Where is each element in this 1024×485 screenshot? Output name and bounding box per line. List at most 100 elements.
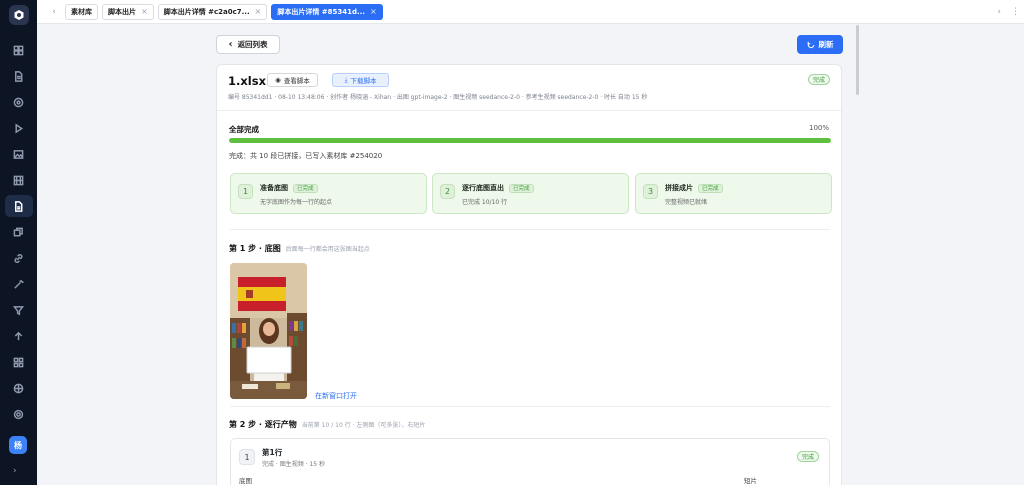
status-badge: 完成 <box>807 74 830 85</box>
stage-title: 拼接成片 <box>665 184 693 192</box>
nav-copy[interactable] <box>5 221 33 243</box>
nav-script-video[interactable] <box>4 195 33 217</box>
nav-link[interactable] <box>5 247 33 269</box>
nav-play[interactable] <box>5 117 33 139</box>
nav-film[interactable] <box>5 169 33 191</box>
apps-icon <box>13 357 24 367</box>
nav-network[interactable] <box>5 377 33 399</box>
tab-scroll-right-icon[interactable]: › <box>997 7 1001 17</box>
stage-card: 1 准备底图 已完成 无字底图作为每一行的起点 <box>230 173 427 214</box>
close-icon[interactable]: × <box>141 7 148 16</box>
row-number: 1 <box>239 449 255 465</box>
refresh-icon <box>807 41 814 48</box>
nav-gallery[interactable] <box>5 143 33 165</box>
document-icon <box>15 70 23 82</box>
view-script-button[interactable]: ◉ 查看脚本 <box>267 73 318 87</box>
progress-summary: 完成：共 10 段已拼接，已写入素材库 #254020 <box>229 152 383 160</box>
tab-label: 素材库 <box>71 7 92 16</box>
magic-wand-icon <box>14 279 24 289</box>
script-icon <box>15 200 23 212</box>
nav-upload[interactable] <box>5 325 33 347</box>
network-icon <box>13 383 24 393</box>
eye-icon: ◉ <box>275 76 281 84</box>
download-script-button[interactable]: ⤓ 下载脚本 <box>332 73 389 87</box>
close-icon[interactable]: × <box>370 7 377 16</box>
stage-title: 准备底图 <box>260 184 288 192</box>
gear-icon <box>13 409 24 419</box>
step1-subtitle: 后面每一行都会用这张图当起点 <box>285 246 370 253</box>
stage-badge: 已完成 <box>509 183 534 193</box>
tab-script-detail-85341d[interactable]: 脚本出片详情 #85341d... × <box>271 3 383 20</box>
row-col-clip: 短片 <box>744 477 757 485</box>
dashboard-icon <box>13 45 24 55</box>
base-image-illustration <box>230 263 307 399</box>
row-col-base-image: 底图 <box>239 477 252 485</box>
stage-desc: 无字底图作为每一行的起点 <box>260 199 333 206</box>
divider <box>217 110 841 111</box>
stage-number: 3 <box>643 184 658 199</box>
open-in-new-window-link[interactable]: 在新窗口打开 <box>315 391 357 401</box>
film-icon <box>13 175 24 185</box>
globe-icon <box>13 97 24 107</box>
step1-title: 第 1 步 · 底图 <box>229 244 281 253</box>
step2-title: 第 2 步 · 逐行产物 <box>229 420 297 429</box>
more-icon[interactable]: ⋮ <box>1011 7 1020 17</box>
row-desc: 完成 · 图生视频 · 15 秒 <box>262 461 325 468</box>
app-logo[interactable] <box>8 5 29 25</box>
refresh-button[interactable]: 刷新 <box>797 35 843 54</box>
progress-bar <box>229 138 831 143</box>
tab-label: 脚本出片详情 #c2a0c7... <box>163 7 250 16</box>
step2-subtitle: 当前第 10 / 10 行 · 左侧图（可多张），右短片 <box>301 422 426 429</box>
scrollbar[interactable] <box>856 25 859 95</box>
nav-dashboard[interactable] <box>5 39 33 61</box>
user-avatar[interactable]: 杨 <box>9 436 27 454</box>
nav-magic[interactable] <box>5 273 33 295</box>
nav-explore[interactable] <box>5 91 33 113</box>
progress-title: 全部完成 <box>229 125 259 134</box>
nav-settings[interactable] <box>5 403 33 425</box>
divider <box>230 229 830 230</box>
job-meta: 编号 85341dd1 · 08-10 13:48:06 · 创作者 杨晓涵 -… <box>228 94 648 101</box>
row-status-badge: 完成 <box>796 451 819 462</box>
stage-badge: 已完成 <box>293 183 318 193</box>
download-icon: ⤓ <box>344 75 348 84</box>
progress-bar-fill <box>229 138 831 143</box>
step2-heading: 第 2 步 · 逐行产物 当前第 10 / 10 行 · 左侧图（可多张），右短片 <box>229 419 425 430</box>
link-icon <box>14 253 23 263</box>
image-icon <box>13 149 24 159</box>
play-icon <box>15 122 24 134</box>
refresh-label: 刷新 <box>818 40 834 49</box>
back-label: 返回列表 <box>237 40 268 49</box>
tab-label: 脚本出片 <box>108 7 136 16</box>
stage-card: 2 逐行底图直出 已完成 已完成 10/10 行 <box>432 173 629 214</box>
stage-number: 2 <box>440 184 455 199</box>
stage-desc: 完整视频已就绪 <box>665 199 708 206</box>
nav-documents[interactable] <box>5 65 33 87</box>
sidebar: 杨 › <box>0 0 37 485</box>
upload-icon <box>14 331 23 340</box>
stage-title: 逐行底图直出 <box>462 184 504 192</box>
stage-desc: 已完成 10/10 行 <box>462 199 508 206</box>
filter-icon <box>13 305 24 315</box>
tab-bar-controls: › ⋮ <box>997 0 1020 24</box>
row-item: 1 第1行 完成 · 图生视频 · 15 秒 完成 底图 短片 <box>230 438 830 485</box>
close-icon[interactable]: × <box>255 7 262 16</box>
tab-script-detail-c2a0c7[interactable]: 脚本出片详情 #c2a0c7... × <box>157 3 268 20</box>
step1-heading: 第 1 步 · 底图 后面每一行都会用这张图当起点 <box>229 243 370 254</box>
chevron-left-icon: ‹ <box>228 39 233 50</box>
divider <box>230 406 830 407</box>
stage-number: 1 <box>238 184 253 199</box>
stage-badge: 已完成 <box>698 183 723 193</box>
nav-filter[interactable] <box>5 299 33 321</box>
tab-bar: ‹ 素材库 脚本出片 × 脚本出片详情 #c2a0c7... × 脚本出片详情 #8… <box>37 0 1024 24</box>
progress-percent: 100% <box>808 124 829 132</box>
base-image-thumbnail[interactable] <box>230 263 307 399</box>
job-detail-card: 1.xlsx ◉ 查看脚本 ⤓ 下载脚本 完成 编号 85341dd1 · 08… <box>216 64 842 485</box>
back-to-list-button[interactable]: ‹ 返回列表 <box>216 35 280 54</box>
tab-script-video[interactable]: 脚本出片 × <box>102 3 154 20</box>
view-script-label: 查看脚本 <box>283 77 310 85</box>
tab-material-library[interactable]: 素材库 <box>65 3 98 20</box>
tab-scroll-left-icon[interactable]: ‹ <box>47 7 61 17</box>
expand-sidebar-icon[interactable]: › <box>13 466 17 476</box>
nav-apps[interactable] <box>5 351 33 373</box>
